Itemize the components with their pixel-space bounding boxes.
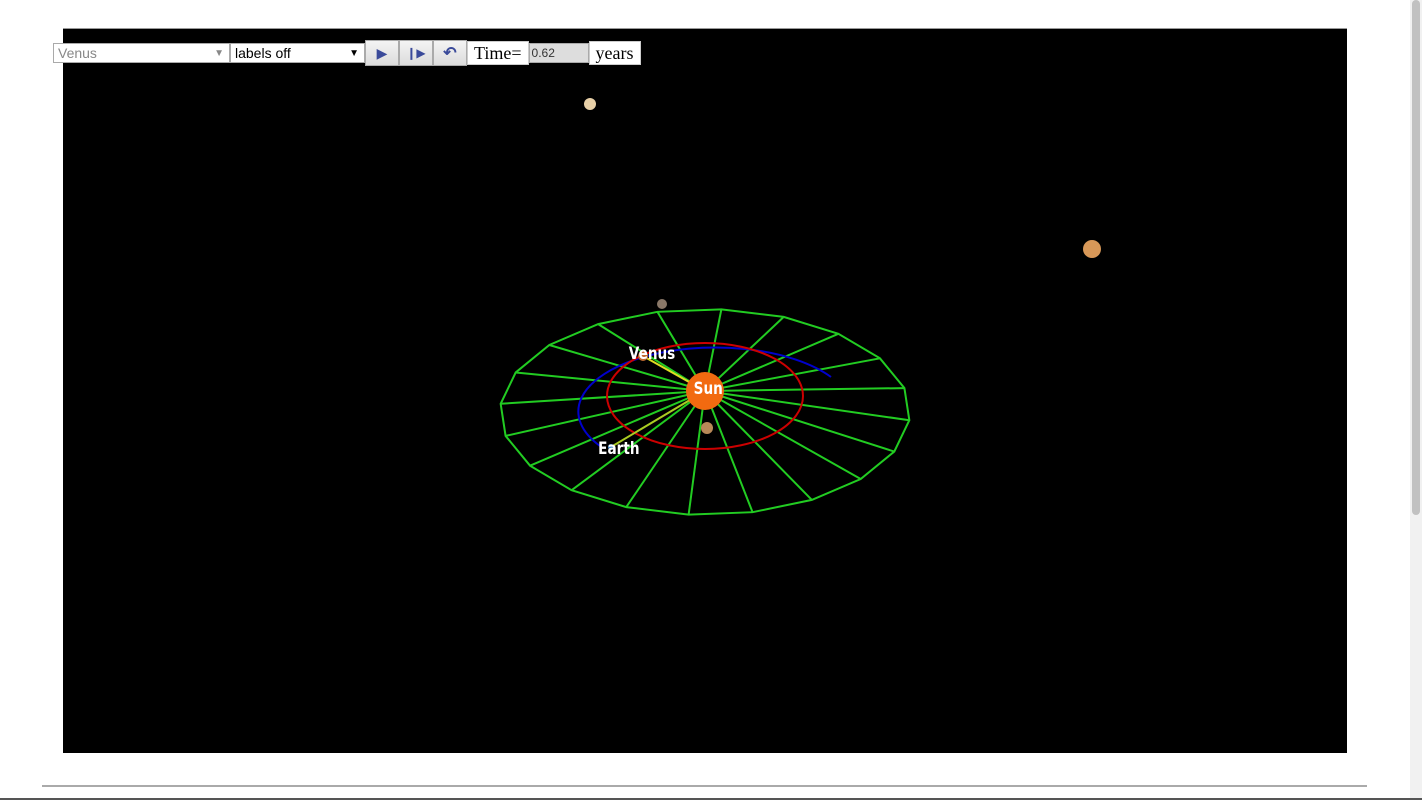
solar-system-canvas[interactable]: Venus Earth Sun	[63, 28, 1347, 753]
time-unit: years	[588, 41, 641, 65]
venus-label: Venus	[628, 344, 676, 364]
planet-saturn	[701, 422, 713, 434]
step-icon: ❙▶	[406, 46, 426, 60]
grid-spoke	[704, 332, 839, 392]
time-input[interactable]	[528, 43, 589, 63]
chevron-down-icon: ▼	[349, 47, 359, 59]
planet-select-value: Venus	[58, 45, 97, 61]
planet-mercury	[584, 98, 596, 110]
reset-button[interactable]: ↶	[433, 40, 467, 66]
play-button[interactable]: ▶	[365, 40, 399, 66]
divider	[42, 785, 1367, 787]
grid-spoke	[704, 387, 905, 392]
labels-select-value: labels off	[235, 45, 291, 61]
sun-label: Sun	[693, 379, 723, 399]
earth-label: Earth	[598, 439, 640, 459]
grid-spoke	[704, 390, 754, 513]
time-label: Time=	[467, 41, 529, 65]
grid-spoke	[704, 357, 881, 392]
undo-icon: ↶	[443, 45, 457, 62]
labels-select[interactable]: labels off ▼	[230, 43, 365, 63]
planet-mars	[657, 299, 667, 309]
step-button[interactable]: ❙▶	[399, 40, 433, 66]
grid-spoke	[704, 390, 910, 422]
planet-jupiter	[1083, 240, 1101, 258]
scrollbar[interactable]	[1410, 0, 1422, 800]
grid-spoke	[704, 390, 862, 480]
scrollbar-thumb[interactable]	[1412, 0, 1420, 515]
planet-select[interactable]: Venus ▼	[53, 43, 230, 63]
toolbar: Venus ▼ labels off ▼ ▶ ❙▶ ↶ Time= years	[53, 40, 641, 66]
chevron-down-icon: ▼	[214, 47, 224, 59]
play-icon: ▶	[376, 44, 388, 61]
